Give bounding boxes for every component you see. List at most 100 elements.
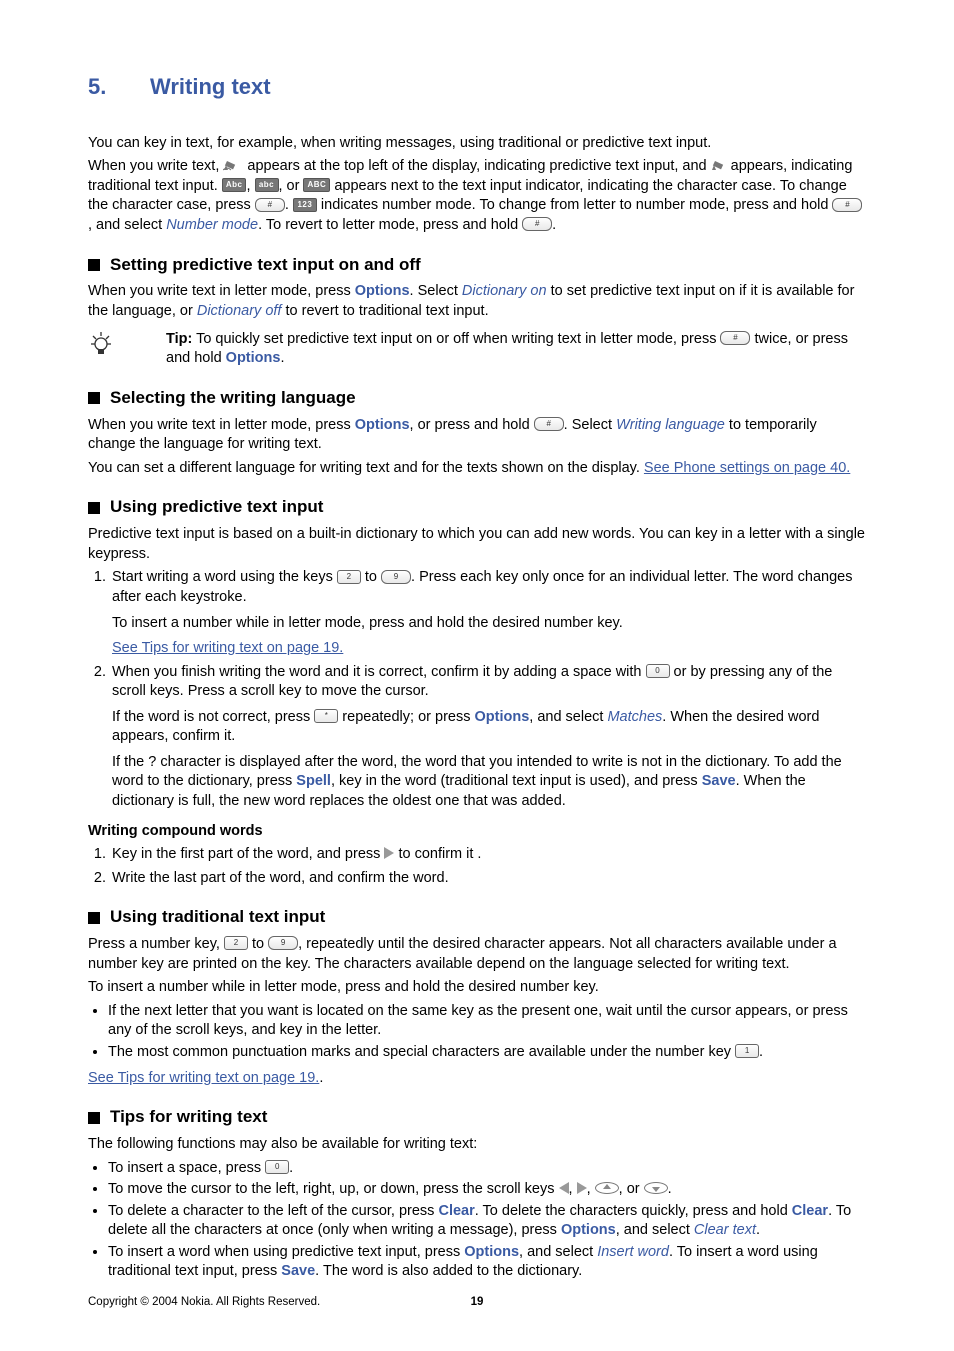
section-predictive-input: Using predictive text input (88, 496, 866, 519)
text: , or (619, 1181, 644, 1197)
text: repeatedly; or press (338, 709, 474, 725)
hash-key: # (522, 217, 552, 231)
text: appears at the top left of the display, … (247, 158, 710, 174)
section-predictive-toggle: Setting predictive text input on and off (88, 254, 866, 277)
options-label: Options (475, 709, 530, 725)
clear-text-label: Clear text (694, 1222, 756, 1238)
list-item: Key in the first part of the word, and p… (110, 845, 866, 865)
text: To insert a space, press (108, 1160, 265, 1176)
traditional-bullets: If the next letter that you want is loca… (88, 1002, 866, 1063)
page-footer: Copyright © 2004 Nokia. All Rights Reser… (88, 1295, 866, 1311)
text: , key in the word (traditional text inpu… (331, 773, 702, 789)
clear-label: Clear (438, 1203, 474, 1219)
scroll-right-icon (384, 847, 394, 859)
tip-block: Tip: To quickly set predictive text inpu… (88, 330, 866, 369)
heading-text: Tips for writing text (110, 1106, 267, 1129)
key-0: 0 (265, 1160, 289, 1174)
compound-heading: Writing compound words (88, 822, 866, 842)
key-9: 9 (268, 936, 298, 950)
text: , or (279, 178, 300, 194)
spell-label: Spell (296, 773, 331, 789)
text: , (587, 1181, 595, 1197)
intro-p1: You can key in text, for example, when w… (88, 134, 866, 154)
chapter-title: Writing text (150, 74, 271, 99)
text: Start writing a word using the keys (112, 569, 337, 585)
section-tips: Tips for writing text (88, 1106, 866, 1129)
heading-text: Using traditional text input (110, 906, 325, 929)
matches-label: Matches (607, 709, 662, 725)
text: to (361, 569, 381, 585)
text: Press a number key, (88, 936, 224, 952)
options-label: Options (226, 350, 281, 366)
s4-p2: To insert a number while in letter mode,… (88, 978, 866, 998)
tip-bulb-icon (88, 330, 114, 358)
tips-link[interactable]: See Tips for writing text on page 19. (112, 640, 343, 656)
scroll-down-icon (644, 1182, 668, 1194)
abc-indicator: Abc (222, 178, 247, 192)
insert-word-label: Insert word (597, 1244, 669, 1260)
text: . (319, 1070, 323, 1086)
tip-text: Tip: To quickly set predictive text inpu… (166, 330, 866, 369)
text: to (248, 936, 268, 952)
text: , and select (88, 217, 166, 233)
text: If the word is not correct, press (112, 709, 314, 725)
key-9: 9 (381, 570, 411, 584)
scroll-up-icon (595, 1182, 619, 1194)
s1-p1: When you write text in letter mode, pres… (88, 282, 866, 321)
predictive-steps: Start writing a word using the keys 2 to… (88, 568, 866, 811)
s4-p1: Press a number key, 2 to 9, repeatedly u… (88, 935, 866, 974)
options-label: Options (464, 1244, 519, 1260)
text: To move the cursor to the left, right, u… (108, 1181, 559, 1197)
s2-p2: You can set a different language for wri… (88, 459, 866, 479)
text: . (756, 1222, 760, 1238)
heading-text: Setting predictive text input on and off (110, 254, 421, 277)
section-bullet-icon (88, 259, 100, 271)
s5-p1: The following functions may also be avai… (88, 1135, 866, 1155)
text: When you write text, (88, 158, 223, 174)
text: When you write text in letter mode, pres… (88, 417, 355, 433)
text: , (569, 1181, 577, 1197)
sub-note: If the word is not correct, press * repe… (112, 708, 866, 747)
key-1: 1 (735, 1044, 759, 1058)
text: . Select (410, 283, 462, 299)
writing-language-label: Writing language (616, 417, 725, 433)
text: When you finish writing the word and it … (112, 664, 646, 680)
s3-p1: Predictive text input is based on a buil… (88, 525, 866, 564)
chapter-number: 5. (88, 72, 150, 102)
text: . To delete the characters quickly, pres… (475, 1203, 792, 1219)
text: To insert a word when using predictive t… (108, 1244, 464, 1260)
text: The most common punctuation marks and sp… (108, 1044, 735, 1060)
text: You can set a different language for wri… (88, 460, 644, 476)
scroll-left-icon (559, 1182, 569, 1194)
save-label: Save (702, 773, 736, 789)
text: . (552, 217, 556, 233)
text: To quickly set predictive text input on … (192, 331, 720, 347)
section-traditional-input: Using traditional text input (88, 906, 866, 929)
save-label: Save (281, 1263, 315, 1279)
clear-label: Clear (792, 1203, 828, 1219)
list-item: The most common punctuation marks and sp… (108, 1043, 866, 1063)
options-label: Options (355, 283, 410, 299)
list-item: To move the cursor to the left, right, u… (108, 1180, 866, 1200)
tips-link[interactable]: See Tips for writing text on page 19. (88, 1070, 319, 1086)
s4-link: See Tips for writing text on page 19.. (88, 1069, 866, 1089)
number-mode-label: Number mode (166, 217, 258, 233)
text: . (289, 1160, 293, 1176)
text: , (246, 178, 254, 194)
text: Key in the first part of the word, and p… (112, 846, 384, 862)
hash-key: # (255, 198, 285, 212)
list-item: If the next letter that you want is loca… (108, 1002, 866, 1041)
dictionary-off-label: Dictionary off (197, 303, 282, 319)
phone-settings-link[interactable]: See Phone settings on page 40. (644, 460, 850, 476)
heading-text: Selecting the writing language (110, 387, 356, 410)
heading-text: Using predictive text input (110, 496, 323, 519)
list-item: Write the last part of the word, and con… (110, 869, 866, 889)
list-item: When you finish writing the word and it … (110, 663, 866, 812)
traditional-pencil-icon (711, 160, 727, 172)
key-0: 0 (646, 664, 670, 678)
predictive-pencil-icon (223, 160, 243, 172)
text: , or press and hold (410, 417, 534, 433)
tip-label: Tip: (166, 331, 192, 347)
sub-note: To insert a number while in letter mode,… (112, 614, 866, 634)
text: . To revert to letter mode, press and ho… (258, 217, 522, 233)
